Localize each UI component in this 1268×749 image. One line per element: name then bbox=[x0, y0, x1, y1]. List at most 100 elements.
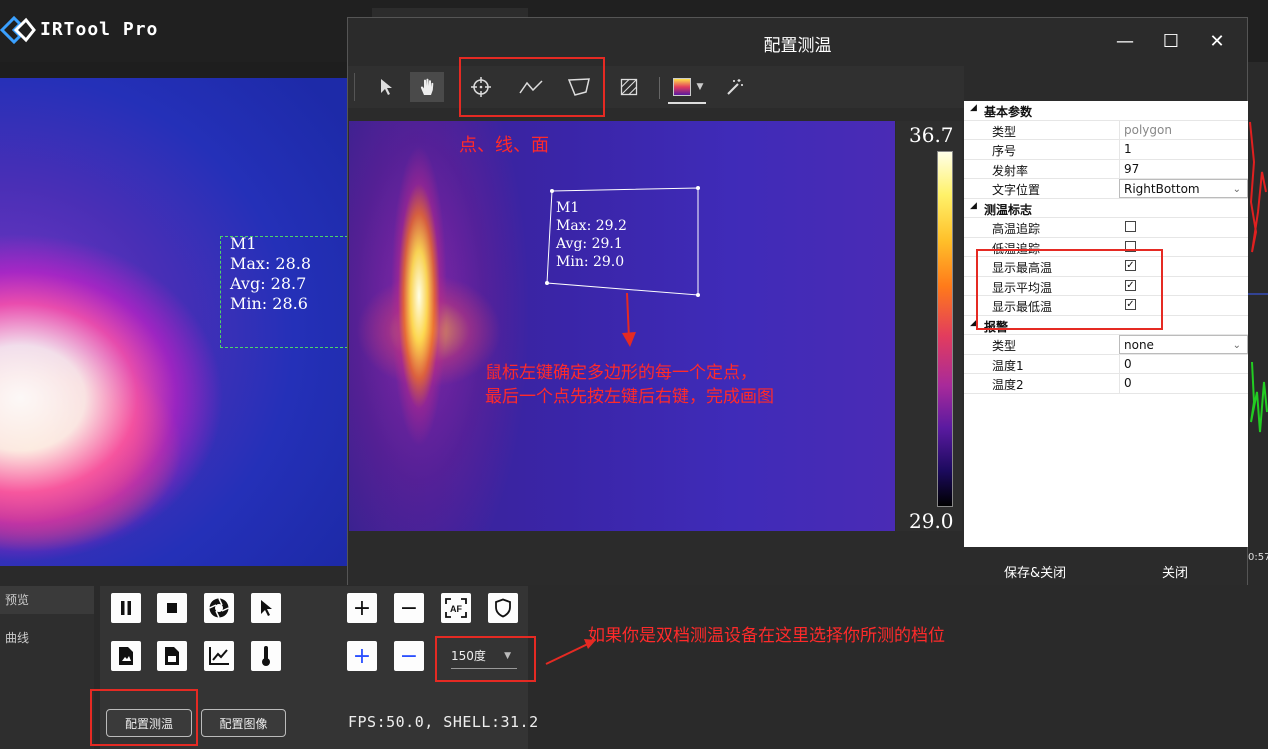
aperture-icon bbox=[209, 598, 229, 618]
capture-button[interactable] bbox=[204, 593, 234, 623]
colorbar bbox=[937, 151, 953, 507]
image-file-icon bbox=[119, 647, 133, 665]
polygon-annotation: 鼠标左键确定多边形的每一个定点， 最后一个点先按左键后右键，完成画图 bbox=[485, 361, 774, 409]
high-track-checkbox[interactable] bbox=[1125, 221, 1136, 232]
status-text: FPS:50.0, SHELL:31.2 bbox=[348, 713, 539, 731]
prop-emissivity-value[interactable]: 97 bbox=[1119, 159, 1248, 179]
autofocus-button[interactable]: AF bbox=[441, 593, 471, 623]
close-icon[interactable]: ✕ bbox=[1204, 30, 1230, 54]
temperature-button[interactable] bbox=[251, 641, 281, 671]
alarm-type-select[interactable]: none ⌄ bbox=[1119, 335, 1248, 354]
select-tool[interactable] bbox=[369, 72, 403, 102]
colorbar-min: 29.0 bbox=[909, 509, 954, 533]
prop-label: 序号 bbox=[992, 144, 1017, 158]
save-close-button[interactable]: 保存&关闭 bbox=[1004, 562, 1066, 581]
measure-min: Min: 28.6 bbox=[230, 294, 308, 313]
export-image-button[interactable] bbox=[111, 641, 141, 671]
measure-max: Max: 29.2 bbox=[556, 218, 627, 234]
toolbar-gap bbox=[348, 108, 964, 121]
app-logo-icon bbox=[0, 15, 36, 45]
range-increase-button[interactable]: + bbox=[347, 641, 377, 671]
pause-icon bbox=[121, 601, 131, 615]
prop-emissivity: 发射率 97 bbox=[964, 159, 1248, 179]
range-highlight-box bbox=[435, 636, 536, 682]
zoom-out-button[interactable]: − bbox=[394, 593, 424, 623]
minimize-icon[interactable]: — bbox=[1112, 30, 1138, 54]
hand-icon bbox=[420, 78, 434, 95]
plus-icon: + bbox=[352, 595, 372, 621]
autofocus-icon: AF bbox=[445, 598, 467, 618]
close-button[interactable]: 关闭 bbox=[1162, 562, 1188, 581]
preview-thermal-image[interactable]: M1 Max: 28.8 Avg: 28.7 Min: 28.6 bbox=[0, 78, 348, 566]
tools-annotation: 点、线、面 bbox=[459, 135, 549, 156]
prop-label: 高温追踪 bbox=[992, 222, 1041, 236]
zoom-in-button[interactable]: + bbox=[347, 593, 377, 623]
minus-icon: − bbox=[399, 643, 419, 669]
chevron-down-icon: ⌄ bbox=[1232, 340, 1241, 351]
range-decrease-button[interactable]: − bbox=[394, 641, 424, 671]
config-image-button[interactable]: 配置图像 bbox=[201, 709, 286, 737]
data-file-icon bbox=[165, 647, 179, 665]
maximize-icon[interactable]: ☐ bbox=[1158, 30, 1184, 54]
measure-max: Max: 28.8 bbox=[230, 254, 312, 273]
colorbar-panel: 36.7 29.0 bbox=[896, 121, 962, 533]
thermometer-icon bbox=[262, 646, 270, 666]
config-measure-dialog: 配置测温 — ☐ ✕ ▼ M1 Max: 29.2 Avg: 29.1 Min:… bbox=[347, 17, 1248, 585]
chevron-down-icon: ⌄ bbox=[1232, 184, 1241, 195]
measure-name: M1 bbox=[556, 200, 580, 216]
dialog-toolbar: ▼ bbox=[348, 66, 964, 108]
palette-dropdown[interactable]: ▼ bbox=[666, 72, 710, 102]
svg-text:AF: AF bbox=[450, 604, 462, 614]
text-position-select[interactable]: RightBottom ⌄ bbox=[1119, 179, 1248, 198]
cursor-icon bbox=[381, 79, 392, 95]
polygon-annotation-line1: 鼠标左键确定多边形的每一个定点， bbox=[485, 363, 757, 383]
shutter-button[interactable] bbox=[488, 593, 518, 623]
prop-group-basic[interactable]: ◢ 基本参数 bbox=[964, 101, 1248, 121]
range-annotation: 如果你是双档测温设备在这里选择你所测的档位 bbox=[588, 626, 945, 646]
stop-icon bbox=[167, 603, 177, 613]
measure-avg: Avg: 29.1 bbox=[556, 236, 623, 252]
stop-button[interactable] bbox=[157, 593, 187, 623]
prop-temp2: 温度2 0 bbox=[964, 374, 1248, 394]
prop-label: 温度1 bbox=[992, 358, 1024, 373]
measure-polygon[interactable] bbox=[349, 121, 895, 531]
prop-index-value[interactable]: 1 bbox=[1119, 140, 1248, 159]
colorbar-max: 36.7 bbox=[909, 123, 954, 147]
prop-index: 序号 1 bbox=[964, 140, 1248, 160]
prop-label: 类型 bbox=[992, 339, 1017, 353]
pan-tool[interactable] bbox=[410, 72, 444, 102]
hatched-square-icon bbox=[620, 78, 638, 96]
group-label: 基本参数 bbox=[984, 105, 1033, 119]
temp1-value[interactable]: 0 bbox=[1119, 354, 1248, 374]
plus-icon: + bbox=[352, 643, 372, 669]
side-nav: 预览 曲线 bbox=[0, 586, 94, 749]
temp2-value[interactable]: 0 bbox=[1119, 374, 1248, 393]
text-position-value: RightBottom bbox=[1124, 182, 1200, 196]
annotation-arrow-icon bbox=[545, 639, 596, 665]
nav-item-preview[interactable]: 预览 bbox=[0, 586, 94, 614]
dialog-thermal-image[interactable]: M1 Max: 29.2 Avg: 29.1 Min: 29.0 点、线、面 鼠… bbox=[349, 121, 895, 531]
magic-wand-tool[interactable] bbox=[718, 72, 752, 102]
prop-alarm-type: 类型 none ⌄ bbox=[964, 335, 1248, 355]
prop-group-flags[interactable]: ◢ 测温标志 bbox=[964, 199, 1248, 218]
select-cursor-button[interactable] bbox=[251, 593, 281, 623]
alarm-type-value: none bbox=[1124, 338, 1154, 352]
prop-type-value: polygon bbox=[1119, 120, 1248, 140]
preview-measure-label: M1 Max: 28.8 Avg: 28.7 Min: 28.6 bbox=[230, 234, 311, 314]
palette-swatch-icon bbox=[672, 78, 691, 96]
cursor-icon bbox=[261, 600, 272, 616]
nav-item-curve[interactable]: 曲线 bbox=[0, 624, 94, 652]
polygon-annotation-line2: 最后一个点先按左键后右键，完成画图 bbox=[485, 387, 774, 407]
chart-button[interactable] bbox=[204, 641, 234, 671]
line-chart-icon bbox=[209, 647, 229, 665]
prop-text-position: 文字位置 RightBottom ⌄ bbox=[964, 179, 1248, 199]
export-data-button[interactable] bbox=[157, 641, 187, 671]
prop-temp1: 温度1 0 bbox=[964, 354, 1248, 374]
clear-tool[interactable] bbox=[612, 72, 646, 102]
measure-avg: Avg: 28.7 bbox=[230, 274, 307, 293]
prop-label: 文字位置 bbox=[992, 183, 1041, 197]
dialog-footer bbox=[348, 548, 1247, 585]
shield-icon bbox=[495, 598, 511, 618]
measure-min: Min: 29.0 bbox=[556, 254, 625, 270]
pause-button[interactable] bbox=[111, 593, 141, 623]
